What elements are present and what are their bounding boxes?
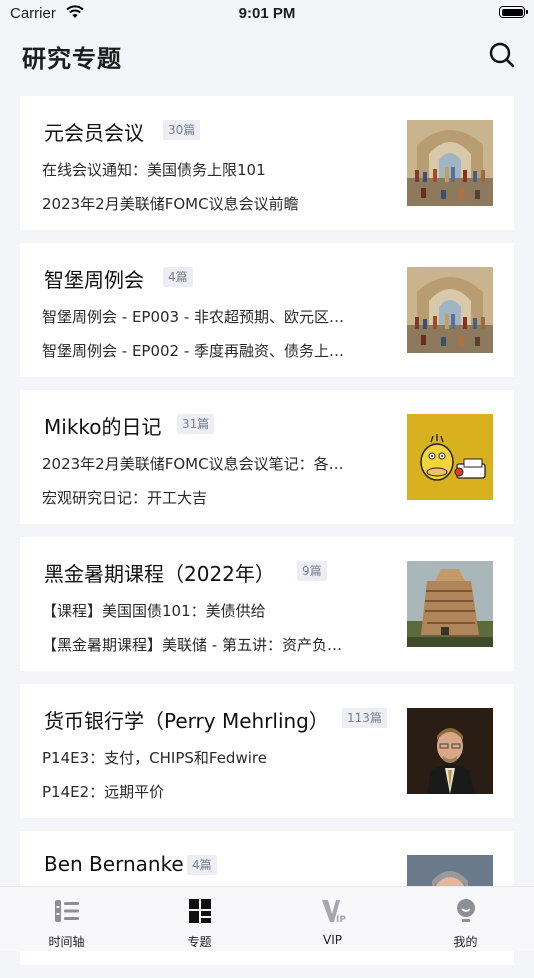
search-icon[interactable] (488, 41, 516, 69)
topic-card[interactable]: 智堡周例会 4篇 智堡周例会 - EP003 - 非农超预期、欧元区… 智堡周例… (20, 243, 514, 377)
article-count-badge: 30篇 (163, 120, 201, 140)
article-link[interactable]: P14E2：远期平价 (42, 781, 387, 802)
topic-card[interactable]: 元会员会议 30篇 在线会议通知：美国债务上限101 2023年2月美联储FOM… (20, 96, 514, 230)
article-link[interactable]: 在线会议通知：美国债务上限101 (42, 159, 387, 180)
timeline-icon (54, 900, 79, 922)
tab-vip[interactable]: IP VIP (266, 887, 399, 951)
topic-title: 货币银行学（Perry Mehrling） (44, 709, 329, 733)
article-count-badge: 113篇 (342, 708, 387, 728)
article-link[interactable]: 智堡周例会 - EP002 - 季度再融资、债务上… (42, 340, 387, 361)
nav-header: 研究专题 (0, 30, 534, 82)
battery-icon (499, 6, 528, 18)
status-bar: Carrier 9:01 PM (0, 0, 534, 30)
vip-icon: IP (321, 900, 346, 925)
topic-title: Ben Bernanke (44, 852, 184, 876)
topic-thumbnail-school-of-athens (407, 267, 493, 353)
article-link[interactable]: 【黑金暑期课程】美联储 - 第五讲：资产负… (42, 634, 387, 655)
topic-thumbnail-speaker-photo (407, 708, 493, 794)
article-count-badge: 9篇 (297, 561, 327, 581)
article-link[interactable]: 宏观研究日记：开工大吉 (42, 487, 387, 508)
tab-label: 专题 (187, 935, 212, 949)
topic-title: 元会员会议 (44, 121, 144, 145)
article-link[interactable]: 2023年2月美联储FOMC议息会议笔记：各… (42, 453, 387, 474)
topic-title: Mikko的日记 (44, 415, 162, 439)
topic-title: 黑金暑期课程（2022年） (44, 562, 275, 586)
topic-card[interactable]: 货币银行学（Perry Mehrling） 113篇 P14E3：支付，CHIP… (20, 684, 514, 818)
topic-thumbnail-duck (407, 414, 493, 500)
profile-icon (456, 899, 475, 922)
topic-title: 智堡周例会 (44, 268, 144, 292)
tab-label: 时间轴 (48, 935, 85, 949)
article-link[interactable]: 智堡周例会 - EP003 - 非农超预期、欧元区… (42, 306, 387, 327)
tab-bar: 时间轴 专题 IP VIP 我的 (0, 886, 534, 951)
topic-card[interactable]: Mikko的日记 31篇 2023年2月美联储FOMC议息会议笔记：各… 宏观研… (20, 390, 514, 524)
page-title: 研究专题 (22, 45, 122, 73)
tab-topics[interactable]: 专题 (133, 887, 266, 951)
clock: 9:01 PM (238, 5, 296, 22)
tab-label: VIP (323, 933, 342, 947)
article-count-badge: 4篇 (163, 267, 193, 287)
topic-thumbnail-school-of-athens (407, 120, 493, 206)
tab-profile[interactable]: 我的 (399, 887, 532, 951)
article-count-badge: 31篇 (177, 414, 215, 434)
tab-label: 我的 (453, 935, 478, 949)
topic-thumbnail-tower-of-babel (407, 561, 493, 647)
svg-text:IP: IP (336, 915, 346, 925)
topics-grid-icon (188, 899, 211, 923)
article-link[interactable]: 2023年2月美联储FOMC议息会议前瞻 (42, 193, 387, 214)
article-link[interactable]: 【课程】美国国债101：美债供给 (42, 600, 387, 621)
article-link[interactable]: P14E3：支付，CHIPS和Fedwire (42, 747, 387, 768)
topic-card[interactable]: 黑金暑期课程（2022年） 9篇 【课程】美国国债101：美债供给 【黑金暑期课… (20, 537, 514, 671)
topic-list: 元会员会议 30篇 在线会议通知：美国债务上限101 2023年2月美联储FOM… (20, 96, 514, 978)
article-count-badge: 4篇 (187, 855, 217, 875)
tab-timeline[interactable]: 时间轴 (0, 887, 133, 951)
